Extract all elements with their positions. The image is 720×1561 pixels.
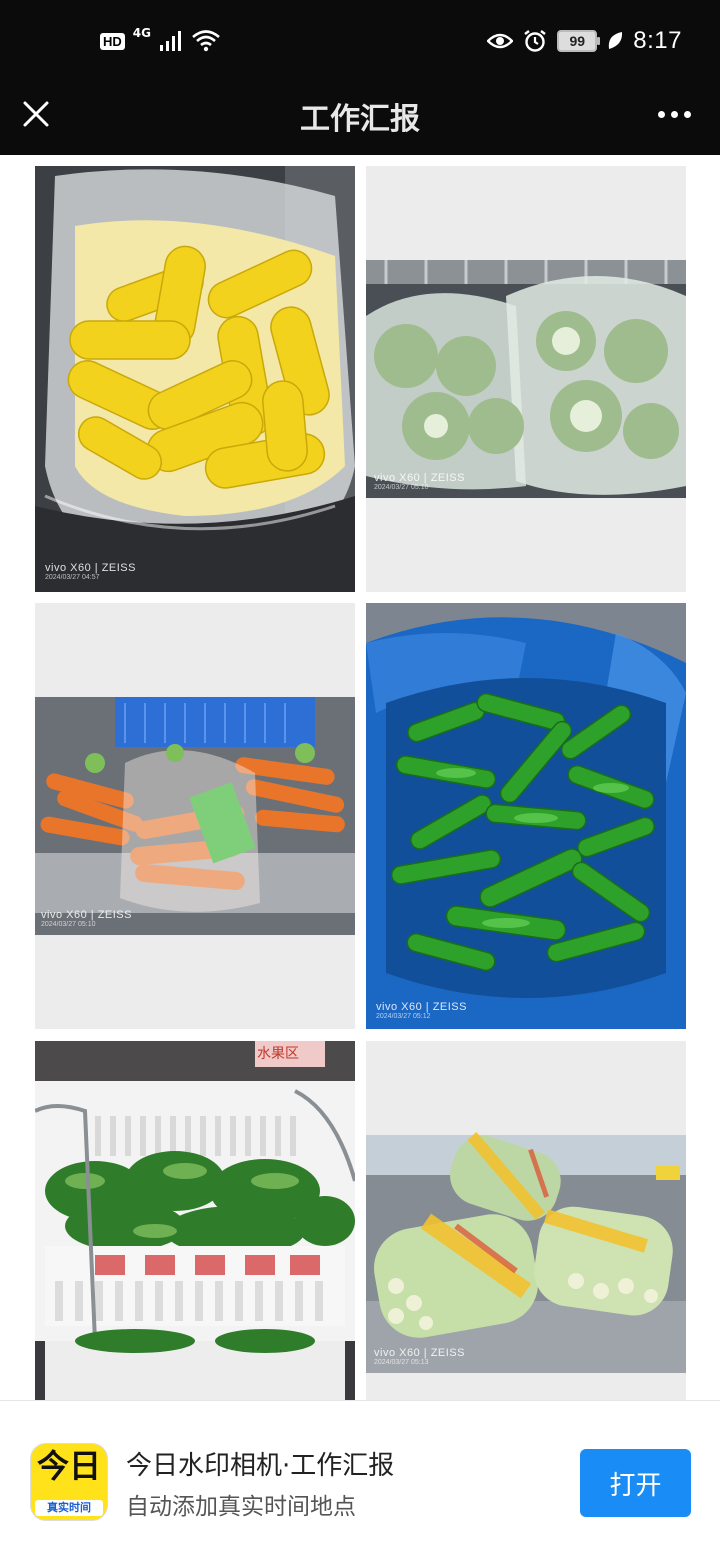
timestamp: 2024/03/27 05:10 [41,921,96,929]
brand: vivo [376,1001,398,1014]
wifi-icon [192,30,220,52]
leafy-greens-image [35,1041,355,1400]
more-icon-dot [670,110,678,118]
lens: ZEISS [432,1001,467,1014]
watermark: vivo X60 | ZEISS 2024/03/27 05:10 [374,472,465,492]
leaf-icon [609,32,623,49]
watermark-brand: vivo X60 | ZEISS [45,562,136,575]
page-title: 工作汇报 [300,102,420,137]
timestamp: 2024/03/27 05:10 [374,484,429,492]
corn-image [35,166,355,592]
cabbage-image [366,166,686,592]
watermark-brand: vivo X60 | ZEISS [41,909,132,921]
hd-badge: HD [100,32,125,50]
brand: vivo [41,909,63,921]
watermark: vivo X60 | ZEISS 2024/03/27 04:57 [45,562,136,582]
more-button[interactable] [654,102,694,126]
battery-icon: 99 [557,30,601,52]
sign-text: 水果区 [257,1046,299,1062]
lens: ZEISS [430,472,465,484]
carrots-image [35,603,355,1029]
alarm-icon [524,30,547,52]
watermark-brand: vivo X60 | ZEISS [374,1347,465,1359]
watermark-brand: vivo X60 | ZEISS [376,1001,467,1014]
battery-level: 99 [569,33,586,49]
watermark: vivo X60 | ZEISS 2024/03/27 05:12 [376,1001,467,1021]
brand: vivo [374,1347,396,1359]
open-button[interactable]: 打开 [580,1449,691,1517]
app-icon[interactable]: 今日 真实时间 [30,1443,108,1521]
model: X60 [66,909,88,921]
photo-carrots[interactable]: vivo X60 | ZEISS 2024/03/27 05:10 [35,603,355,1029]
signal-icon [159,31,181,51]
timestamp: 2024/03/27 04:57 [45,574,100,582]
photo-lettuce-bundles[interactable]: vivo X60 | ZEISS 2024/03/27 05:13 [366,1041,686,1400]
status-left: HD 4G [100,26,221,56]
model: X60 [401,1001,423,1014]
timestamp: 2024/03/27 05:13 [374,1359,429,1367]
model: X60 [399,472,421,484]
photo-leafy-greens[interactable]: 水果区 [35,1041,355,1400]
watermark: vivo X60 | ZEISS 2024/03/27 05:10 [41,909,132,929]
status-right: 99 8:17 [487,24,682,58]
app-icon-subtext: 真实时间 [35,1500,103,1516]
photo-green-peppers[interactable]: vivo X60 | ZEISS 2024/03/27 05:12 [366,603,686,1029]
banner-title: 今日水印相机·工作汇报 [126,1451,395,1481]
brand: vivo [374,472,396,484]
status-bar: HD 4G 99 8:17 [0,0,720,80]
banner-subtitle: 自动添加真实时间地点 [126,1494,356,1520]
watermark-brand: vivo X60 | ZEISS [374,472,465,484]
photo-grid: vivo X60 | ZEISS 2024/03/27 04:57 vivo X… [0,155,720,1400]
green-peppers-image [366,603,686,1029]
model: X60 [399,1347,421,1359]
timestamp: 2024/03/27 05:12 [376,1013,431,1021]
photo-cabbage[interactable]: vivo X60 | ZEISS 2024/03/27 05:10 [366,166,686,592]
network-type: 4G [132,26,151,40]
more-icon [657,110,665,118]
lens: ZEISS [97,909,132,921]
title-bar: 工作汇报 [0,80,720,155]
clock: 8:17 [633,27,682,54]
brand: vivo [45,562,67,575]
photo-corn[interactable]: vivo X60 | ZEISS 2024/03/27 04:57 [35,166,355,592]
lens: ZEISS [101,562,136,575]
eye-icon [487,33,514,49]
lens: ZEISS [430,1347,465,1359]
app-banner: 今日 真实时间 今日水印相机·工作汇报 自动添加真实时间地点 打开 [0,1400,720,1561]
watermark: vivo X60 | ZEISS 2024/03/27 05:13 [374,1347,465,1367]
app-icon-text: 今日 [36,1447,101,1485]
model: X60 [70,562,92,575]
more-icon-dot [683,110,691,118]
